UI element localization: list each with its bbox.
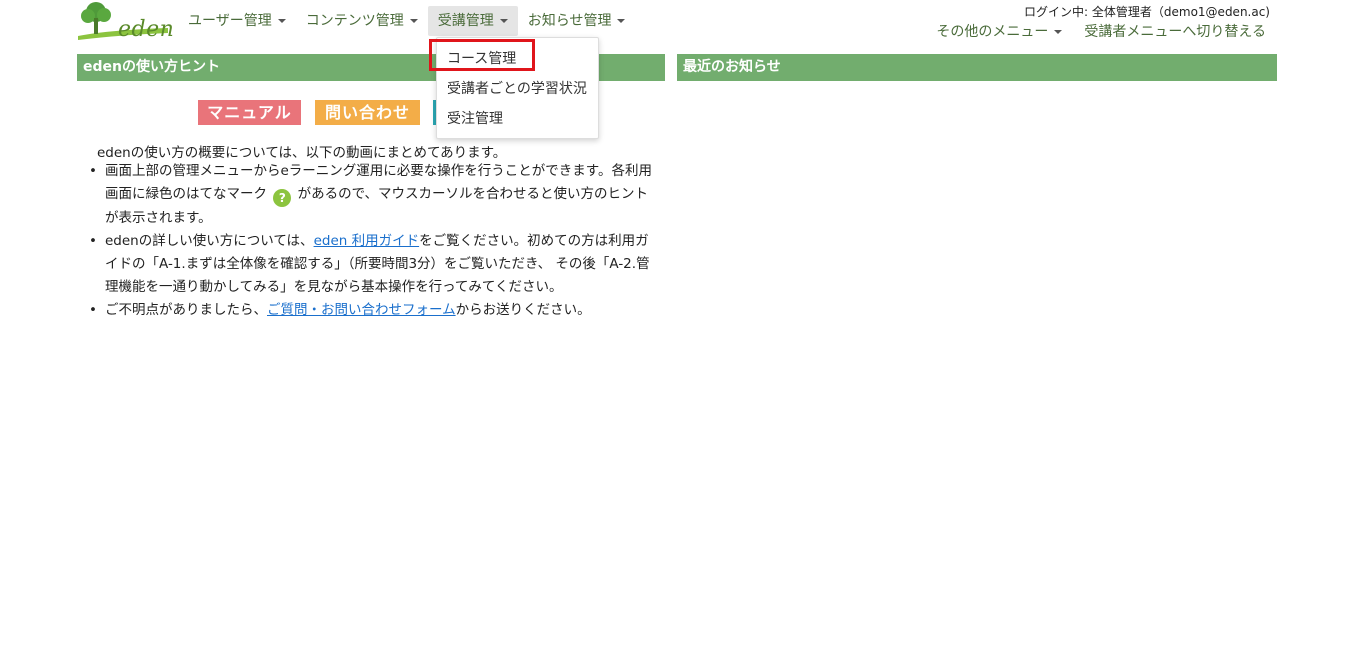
inquiry-form-link[interactable]: ご質問・お問い合わせフォーム: [267, 302, 456, 318]
nav-course-management[interactable]: 受講管理: [427, 6, 518, 36]
help-question-icon: ?: [273, 189, 292, 207]
caret-down-icon: [1054, 30, 1063, 34]
highlight-box: [429, 39, 535, 71]
switch-to-learner-menu-link[interactable]: 受講者メニューへ切り替える: [1084, 21, 1266, 41]
hint-intro-text: edenの使い方の概要については、以下の動画にまとめてあります。: [97, 145, 507, 161]
caret-down-icon: [499, 19, 508, 23]
hint-text: ご不明点がありましたら、: [105, 302, 267, 318]
header-links: その他のメニュー 受講者メニューへ切り替える: [936, 21, 1266, 41]
hint-list: 画面上部の管理メニューからeラーニング運用に必要な操作を行うことができます。各利…: [89, 160, 661, 322]
logo-wordmark: eden: [118, 17, 175, 42]
other-menu-dropdown[interactable]: その他のメニュー: [936, 21, 1063, 41]
hint-text: からお送りください。: [455, 302, 591, 318]
nav-user-management-label: ユーザー管理: [188, 13, 272, 29]
nav-content-management-label: コンテンツ管理: [305, 13, 404, 29]
news-panel-header: 最近のお知らせ: [677, 54, 1277, 81]
caret-down-icon: [409, 19, 418, 23]
nav-course-management-label: 受講管理: [437, 13, 494, 29]
hint-item: 画面上部の管理メニューからeラーニング運用に必要な操作を行うことができます。各利…: [89, 160, 661, 230]
hint-text: edenの詳しい使い方については、: [105, 233, 314, 249]
main-nav: ユーザー管理 コンテンツ管理 受講管理 お知らせ管理: [178, 6, 635, 36]
login-info: ログイン中: 全体管理者（demo1@eden.ac): [1024, 5, 1270, 19]
caret-down-icon: [277, 19, 286, 23]
manual-button[interactable]: マニュアル: [198, 100, 301, 125]
hint-item: ご不明点がありましたら、ご質問・お問い合わせフォームからお送りください。: [89, 299, 661, 322]
nav-notice-management-label: お知らせ管理: [527, 13, 612, 29]
menu-item-learner-progress[interactable]: 受講者ごとの学習状況: [447, 78, 587, 98]
caret-down-icon: [617, 19, 626, 23]
menu-item-order-management[interactable]: 受注管理: [447, 108, 503, 128]
hint-item: edenの詳しい使い方については、eden 利用ガイドをご覧ください。初めての方…: [89, 230, 661, 299]
eden-guide-link[interactable]: eden 利用ガイド: [314, 233, 420, 249]
contact-button[interactable]: 問い合わせ: [315, 100, 420, 125]
nav-user-management[interactable]: ユーザー管理: [178, 6, 296, 36]
nav-notice-management[interactable]: お知らせ管理: [518, 6, 636, 36]
other-menu-label: その他のメニュー: [936, 24, 1049, 40]
nav-content-management[interactable]: コンテンツ管理: [296, 6, 428, 36]
